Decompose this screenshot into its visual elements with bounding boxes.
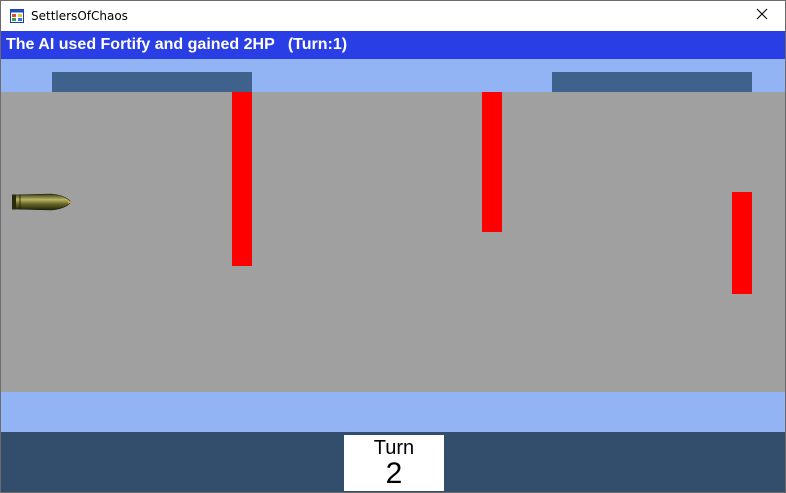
field-bottom-strip [1, 392, 785, 432]
title-bar: SettlersOfChaos [1, 1, 785, 31]
status-banner: The AI used Fortify and gained 2HP (Turn… [1, 31, 785, 59]
status-message: The AI used Fortify and gained 2HP (Turn… [6, 36, 348, 53]
close-icon [756, 7, 768, 25]
turn-label: Turn [373, 437, 415, 459]
game-window: SettlersOfChaos The AI used Fortify and … [0, 0, 786, 493]
fortification-bar-right [552, 72, 752, 92]
turn-counter: Turn 2 [344, 435, 444, 491]
bullet-projectile [11, 191, 73, 213]
fortification-bar-left [52, 72, 252, 92]
red-wall-3 [732, 192, 752, 294]
turn-number: 2 [385, 457, 403, 490]
window-title: SettlersOfChaos [31, 9, 128, 23]
close-button[interactable] [739, 1, 785, 31]
red-wall-2 [482, 92, 502, 232]
windows-form-icon [10, 9, 24, 23]
red-wall-1 [232, 92, 252, 266]
game-lane [1, 92, 785, 392]
